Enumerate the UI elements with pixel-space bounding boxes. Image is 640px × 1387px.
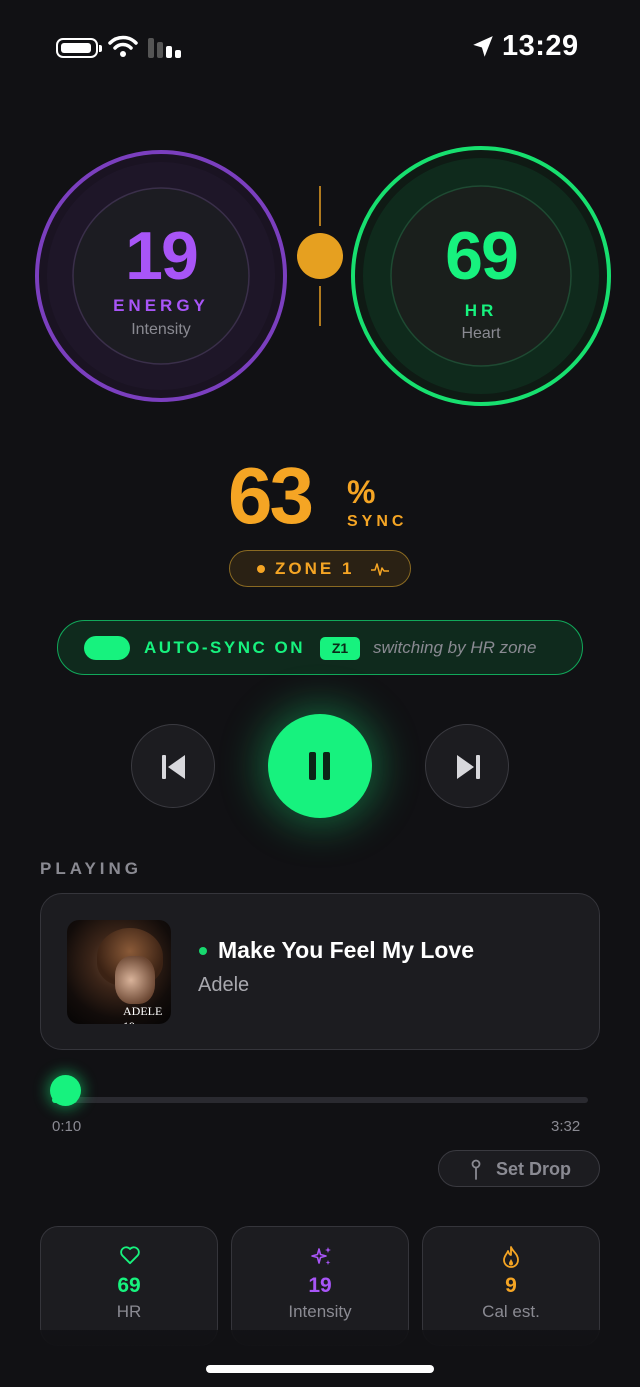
stat-calories-value: 9	[505, 1274, 517, 1297]
album-cover-text: ADELE 19	[123, 1004, 163, 1024]
track-title: Make You Feel My Love	[218, 937, 475, 963]
stat-hr: 69 HR	[40, 1226, 218, 1346]
hr-ring[interactable]: 69 HR Heart	[350, 145, 612, 407]
status-bar: 13:29	[0, 0, 640, 96]
energy-value: 19	[125, 218, 199, 294]
signal-icon	[148, 38, 184, 58]
playing-indicator	[199, 947, 207, 955]
stat-calories: 9 Cal est.	[422, 1226, 600, 1346]
wifi-icon	[108, 35, 138, 57]
energy-label: ENERGY	[113, 296, 209, 315]
sync-connector-icon	[297, 186, 343, 326]
set-drop-label: Set Drop	[496, 1159, 572, 1179]
set-drop-button[interactable]: Set Drop	[438, 1150, 600, 1187]
previous-icon	[162, 755, 185, 779]
home-indicator[interactable]	[206, 1365, 434, 1373]
status-time: 13:29	[502, 30, 579, 62]
duration-time: 3:32	[551, 1118, 581, 1135]
hr-value: 69	[445, 218, 519, 294]
next-button[interactable]	[425, 724, 509, 808]
stat-intensity-value: 19	[308, 1274, 332, 1297]
pause-button[interactable]	[268, 714, 372, 818]
energy-sub: Intensity	[131, 321, 191, 338]
bottom-fade	[0, 1330, 640, 1387]
zone-badge-small: Z1	[320, 637, 360, 660]
hr-sub: Heart	[461, 325, 501, 342]
battery-icon	[56, 38, 102, 58]
zone-label: ZONE 1	[275, 559, 355, 578]
energy-ring[interactable]: 19 ENERGY Intensity	[34, 149, 288, 403]
stat-intensity-label: Intensity	[288, 1302, 352, 1321]
now-playing-card[interactable]: ADELE 19 Make You Feel My Love Adele	[40, 893, 600, 1050]
heart-icon	[120, 1246, 140, 1265]
auto-sync-sub: switching by HR zone	[373, 638, 537, 657]
sync-label: SYNC	[347, 513, 408, 530]
zone-dot	[257, 565, 265, 573]
flame-icon	[503, 1246, 519, 1268]
auto-sync-toggle[interactable]	[84, 636, 130, 660]
hr-label: HR	[464, 301, 498, 320]
sparkles-icon	[311, 1247, 331, 1265]
track-artist: Adele	[198, 974, 250, 996]
pin-icon	[471, 1159, 481, 1180]
location-arrow-icon	[473, 36, 493, 57]
album-cover: ADELE 19	[67, 920, 171, 1024]
stat-hr-label: HR	[116, 1302, 142, 1321]
pulse-icon	[371, 563, 389, 576]
zone-badge[interactable]: ZONE 1	[229, 550, 411, 587]
elapsed-time: 0:10	[52, 1118, 82, 1135]
stat-hr-value: 69	[117, 1274, 141, 1297]
stat-intensity: 19 Intensity	[231, 1226, 409, 1346]
progress-knob[interactable]	[50, 1075, 81, 1106]
previous-button[interactable]	[131, 724, 215, 808]
next-icon	[457, 755, 480, 779]
sync-value: 63	[228, 451, 314, 540]
playing-section-label: PLAYING	[40, 859, 143, 878]
sync-unit: %	[347, 474, 376, 510]
progress-bar[interactable]	[52, 1097, 588, 1103]
pause-icon	[309, 752, 330, 780]
auto-sync-pill[interactable]: AUTO-SYNC ON Z1 switching by HR zone	[57, 620, 583, 675]
stat-calories-label: Cal est.	[482, 1302, 540, 1321]
auto-sync-label: AUTO-SYNC ON	[144, 638, 305, 657]
